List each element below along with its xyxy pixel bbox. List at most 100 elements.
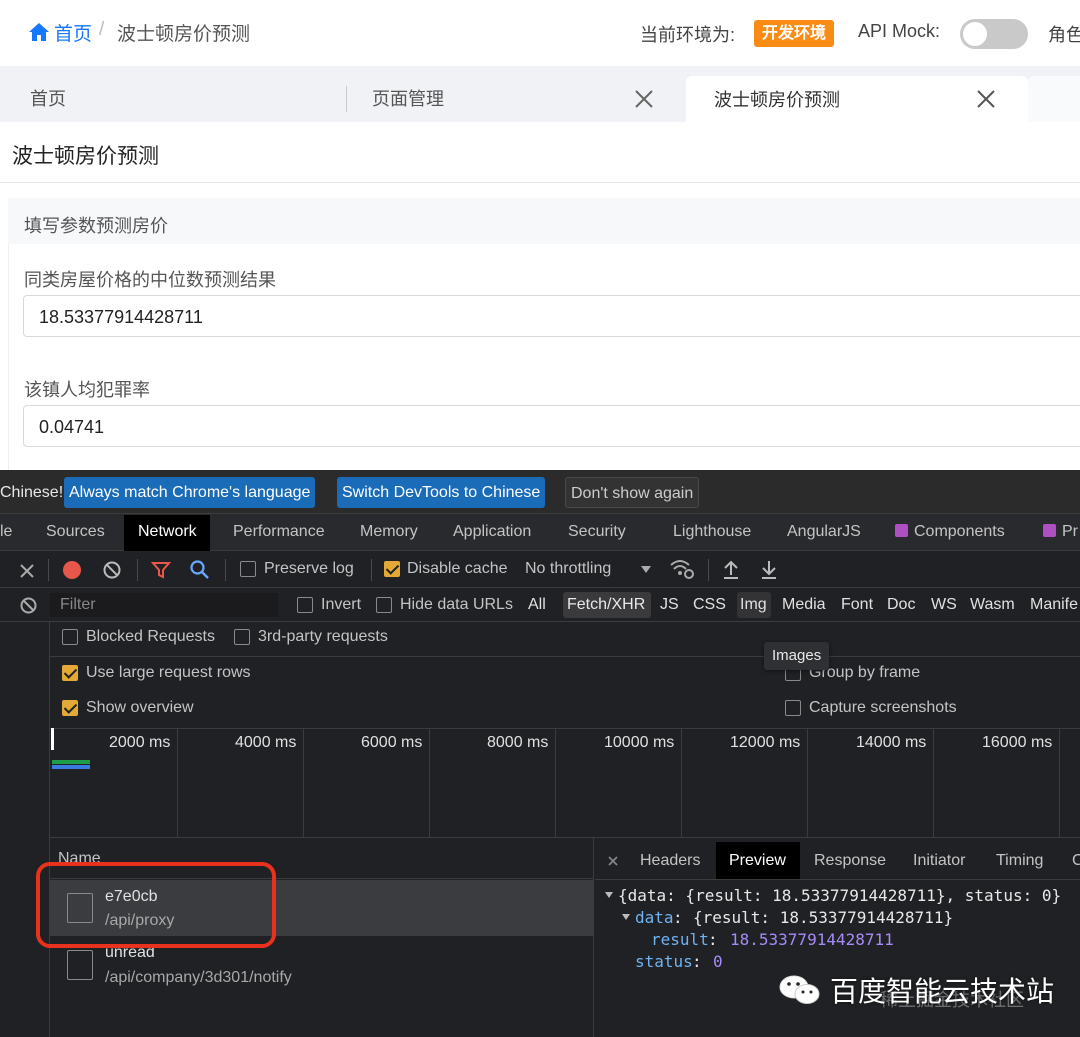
invert-checkbox[interactable] [297,597,313,613]
overview-cursor[interactable] [51,728,54,750]
env-label: 当前环境为: [640,25,736,45]
close-icon[interactable] [633,88,655,110]
devtools-panel: Chinese! Always match Chrome's language … [0,470,1080,1037]
capture-screenshots-checkbox[interactable] [785,700,801,716]
tab-overflow [1028,76,1080,122]
panel-tab-sources[interactable]: Sources [46,523,105,541]
panel-tab-components[interactable]: Components [895,523,1005,541]
react-devtools-icon [1043,524,1056,537]
close-icon[interactable] [975,88,997,110]
clear-icon[interactable] [102,560,122,580]
crime-rate-value: 0.04741 [39,417,105,437]
divider [50,656,1080,657]
home-icon[interactable] [28,21,50,43]
request-path: /api/company/3d301/notify [105,969,292,986]
preview-root-line[interactable]: {data: {result: 18.53377914428711}, stat… [618,886,1061,905]
record-icon[interactable] [63,561,81,579]
watermark-text: 百度智能云技术站 [830,975,1055,1008]
large-rows-label: Use large request rows [86,664,251,681]
close-icon[interactable] [18,562,36,580]
panel-tab-network[interactable]: Network [138,523,197,541]
caret-down-icon[interactable] [604,890,614,900]
tab-page-management[interactable]: 页面管理 [372,76,444,122]
blocked-requests-checkbox[interactable] [62,629,78,645]
dont-show-again-button[interactable]: Don't show again [565,477,700,508]
panel-tab-lighthouse[interactable]: Lighthouse [673,523,751,541]
filter-icon[interactable] [151,560,171,580]
switch-to-chinese-button[interactable]: Switch DevTools to Chinese [337,477,546,508]
invert-label: Invert [321,596,362,613]
throttling-select[interactable]: No throttling [525,560,611,578]
caret-down-icon[interactable] [621,912,631,922]
type-filter-wasm[interactable]: Wasm [970,596,1015,614]
always-match-language-button[interactable]: Always match Chrome's language [64,477,316,508]
overview-gridline [933,728,934,838]
api-mock-toggle[interactable] [960,19,1028,49]
type-filter-media[interactable]: Media [782,596,826,614]
toggle-knob [963,22,987,46]
crime-rate-input[interactable]: 0.04741 [23,405,1080,447]
panel-tab-angularjs[interactable]: AngularJS [787,523,861,541]
detail-tab-cookies[interactable]: C [1072,852,1080,870]
toolbar-divider [371,559,372,581]
capture-screenshots-label: Capture screenshots [809,699,957,716]
type-filter-font[interactable]: Font [841,596,873,614]
overview-tick-label: 12000 ms [730,734,801,751]
type-filter-all[interactable]: All [528,596,546,614]
filter-placeholder: Filter [60,596,96,613]
watermark: 百度智能云技术站 [778,966,1054,1014]
toolbar-divider [708,559,709,581]
filter-input[interactable]: Filter [50,593,278,617]
type-filter-ws[interactable]: WS [931,596,957,614]
role-label: 角色 [1048,25,1080,45]
disable-cache-checkbox[interactable] [384,561,400,577]
panel-tab-application[interactable]: Application [453,523,531,541]
type-filter-doc[interactable]: Doc [887,596,915,614]
type-filter-manifest[interactable]: Manife [1030,596,1078,614]
type-filter-img[interactable]: Img [740,596,767,614]
panel-tab-memory[interactable]: Memory [360,523,418,541]
import-har-icon[interactable] [722,559,740,579]
overview-gridline [1059,728,1060,838]
hide-data-urls-label: Hide data URLs [400,596,513,613]
overview-gridline [555,728,556,838]
show-overview-checkbox[interactable] [62,700,78,716]
show-overview-label: Show overview [86,699,194,716]
document-icon [67,950,93,980]
median-price-value: 18.53377914428711 [39,307,203,327]
panel-tab-components-label: Components [914,523,1005,540]
export-har-icon[interactable] [760,559,778,579]
panel-tab-profiler[interactable]: Pr [1043,523,1078,541]
panel-tab-elements[interactable]: le [0,523,12,541]
hide-data-urls-checkbox[interactable] [376,597,392,613]
network-conditions-icon[interactable] [669,557,695,581]
type-filter-js[interactable]: JS [660,596,679,614]
third-party-checkbox[interactable] [234,629,250,645]
overview-tick-label: 2000 ms [109,734,171,751]
preview-result-value: 18.53377914428711 [730,930,894,949]
overview-gridline [303,728,304,838]
panel-tab-security[interactable]: Security [568,523,626,541]
block-icon[interactable] [19,596,38,615]
overview-request-bar [52,765,90,769]
form-section-title: 填写参数预测房价 [24,216,168,236]
type-filter-css[interactable]: CSS [693,596,726,614]
panel-tab-performance[interactable]: Performance [233,523,325,541]
median-price-input[interactable]: 18.53377914428711 [23,295,1080,337]
close-icon[interactable] [607,855,619,867]
detail-tab-timing[interactable]: Timing [996,852,1043,870]
detail-tab-preview[interactable]: Preview [729,852,786,870]
overview-tick-label: 4000 ms [235,734,297,751]
large-rows-checkbox[interactable] [62,665,78,681]
detail-tab-response[interactable]: Response [814,852,886,870]
toolbar-divider [225,559,226,581]
type-filter-fetch-xhr[interactable]: Fetch/XHR [567,596,645,614]
detail-tab-initiator[interactable]: Initiator [913,852,965,870]
breadcrumb-home[interactable]: 首页 [54,19,92,46]
preserve-log-checkbox[interactable] [240,561,256,577]
tooltip: Images [764,642,830,670]
tab-home[interactable]: 首页 [30,76,66,122]
search-icon[interactable] [189,559,210,580]
detail-tab-headers[interactable]: Headers [640,852,700,870]
tab-boston-label: 波士顿房价预测 [714,90,840,110]
